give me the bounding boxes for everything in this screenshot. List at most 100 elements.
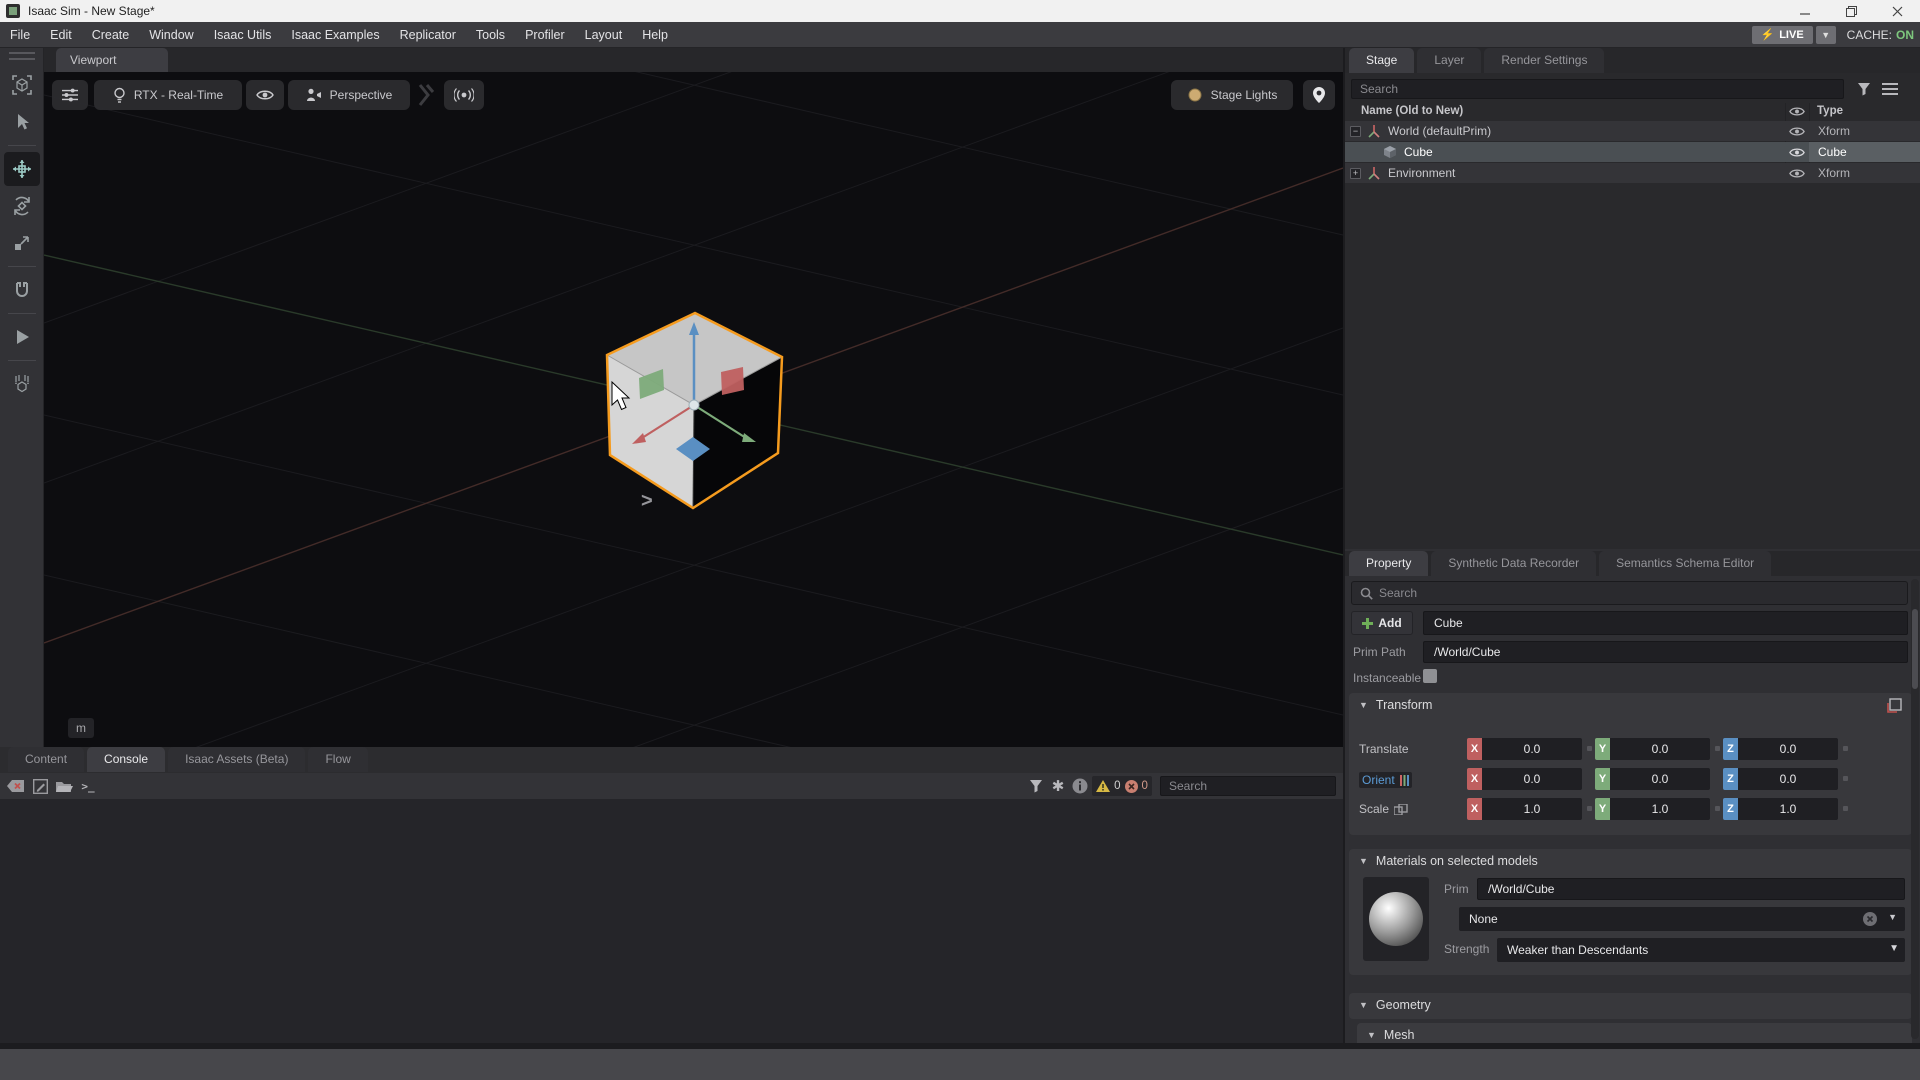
- waypoint-button[interactable]: [1303, 80, 1335, 110]
- tree-row-cube[interactable]: Cube Cube: [1345, 142, 1920, 162]
- reset-dot[interactable]: [1587, 806, 1592, 811]
- reset-dot[interactable]: [1843, 806, 1848, 811]
- collapse-icon[interactable]: −: [1350, 125, 1361, 137]
- geometry-section-header[interactable]: ▼ Geometry: [1349, 993, 1912, 1017]
- toolbar-grip[interactable]: [8, 58, 35, 60]
- log-counts[interactable]: 0 0: [1092, 776, 1152, 796]
- scale-y-field[interactable]: Y 1.0: [1595, 798, 1710, 820]
- menu-isaac-utils[interactable]: Isaac Utils: [204, 22, 282, 48]
- instanceable-checkbox[interactable]: [1423, 669, 1437, 683]
- prim-name-field[interactable]: [1423, 611, 1908, 635]
- tab-synthetic-data-recorder[interactable]: Synthetic Data Recorder: [1431, 551, 1597, 576]
- scale-tool-button[interactable]: [4, 226, 40, 260]
- column-type[interactable]: Type: [1817, 105, 1843, 117]
- prim-name[interactable]: World (defaultPrim): [1388, 124, 1491, 138]
- scrollbar-thumb[interactable]: [1912, 609, 1918, 689]
- verbose-asterisk-icon[interactable]: ✱: [1048, 776, 1068, 796]
- material-prim-field[interactable]: [1477, 878, 1905, 900]
- tab-isaac-assets[interactable]: Isaac Assets (Beta): [168, 747, 306, 772]
- translate-z-field[interactable]: Z 0.0: [1723, 738, 1838, 760]
- clear-material-icon[interactable]: [1863, 912, 1877, 926]
- menu-tools[interactable]: Tools: [466, 22, 515, 48]
- menu-layout[interactable]: Layout: [575, 22, 633, 48]
- prim-name[interactable]: Environment: [1388, 166, 1455, 180]
- materials-section-header[interactable]: ▼ Materials on selected models: [1349, 849, 1912, 873]
- tab-content[interactable]: Content: [8, 747, 85, 772]
- translate-y-field[interactable]: Y 0.0: [1595, 738, 1710, 760]
- visibility-eye-icon[interactable]: [1785, 163, 1809, 183]
- menu-edit[interactable]: Edit: [40, 22, 82, 48]
- command-prompt-icon[interactable]: >_: [78, 776, 98, 796]
- viewport-3d[interactable]: > RTX - Real-Time Perspective Stage Ligh…: [44, 72, 1343, 747]
- camera-dropdown[interactable]: Perspective: [288, 80, 410, 110]
- physics-drop-tool-button[interactable]: [4, 367, 40, 401]
- reset-dot[interactable]: [1715, 806, 1720, 811]
- add-property-button[interactable]: Add: [1351, 611, 1413, 635]
- menu-window[interactable]: Window: [139, 22, 203, 48]
- close-button[interactable]: [1874, 0, 1920, 22]
- transform-stack-icon[interactable]: [1887, 698, 1902, 713]
- material-select-dropdown[interactable]: None ▼: [1459, 907, 1905, 931]
- console-search-input[interactable]: [1160, 776, 1336, 796]
- menu-help[interactable]: Help: [632, 22, 678, 48]
- menu-create[interactable]: Create: [82, 22, 140, 48]
- translate-x-field[interactable]: X 0.0: [1467, 738, 1582, 760]
- live-sync-viewport-button[interactable]: [444, 80, 484, 110]
- reset-dot[interactable]: [1843, 746, 1848, 751]
- visibility-button[interactable]: [246, 80, 284, 110]
- visibility-eye-icon[interactable]: [1785, 142, 1809, 162]
- toolbar-grip[interactable]: [8, 52, 35, 54]
- dropdown-chevron-icon[interactable]: ▼: [1889, 943, 1899, 954]
- menu-isaac-examples[interactable]: Isaac Examples: [281, 22, 389, 48]
- info-filter-icon[interactable]: [1070, 776, 1090, 796]
- gizmo-expand-chevron-icon[interactable]: >: [641, 490, 653, 513]
- transform-section-header[interactable]: ▼ Transform: [1349, 693, 1912, 717]
- prim-name[interactable]: Cube: [1404, 145, 1433, 159]
- stage-search-input[interactable]: [1351, 79, 1844, 99]
- maximize-button[interactable]: [1828, 0, 1874, 22]
- options-menu-icon[interactable]: [1882, 83, 1898, 95]
- scale-x-field[interactable]: X 1.0: [1467, 798, 1582, 820]
- clear-console-button[interactable]: [6, 776, 26, 796]
- strength-dropdown[interactable]: Weaker than Descendants ▼: [1497, 938, 1905, 962]
- tab-console[interactable]: Console: [87, 747, 166, 772]
- live-sync-button[interactable]: ⚡ LIVE: [1751, 25, 1813, 44]
- edit-log-button[interactable]: [30, 776, 50, 796]
- rotate-tool-button[interactable]: [4, 189, 40, 223]
- live-dropdown-chevron-icon[interactable]: ▼: [1815, 25, 1836, 44]
- column-name[interactable]: Name (Old to New): [1361, 105, 1463, 117]
- menu-profiler[interactable]: Profiler: [515, 22, 575, 48]
- stage-lights-dropdown[interactable]: Stage Lights: [1171, 80, 1293, 110]
- console-output[interactable]: [0, 799, 1343, 1043]
- tab-flow[interactable]: Flow: [308, 747, 368, 772]
- tree-row-world[interactable]: − World (defaultPrim) Xform: [1345, 121, 1920, 141]
- tab-property[interactable]: Property: [1349, 551, 1429, 576]
- scale-z-field[interactable]: Z 1.0: [1723, 798, 1838, 820]
- reset-dot[interactable]: [1843, 776, 1848, 781]
- tab-layer[interactable]: Layer: [1417, 48, 1482, 73]
- orient-z-field[interactable]: Z 0.0: [1723, 768, 1838, 790]
- snap-magnet-tool-button[interactable]: [4, 273, 40, 307]
- property-scrollbar[interactable]: [1911, 579, 1919, 1039]
- orient-x-field[interactable]: X 0.0: [1467, 768, 1582, 790]
- tab-render-settings[interactable]: Render Settings: [1484, 48, 1605, 73]
- play-button[interactable]: [4, 320, 40, 354]
- menu-file[interactable]: File: [0, 22, 40, 48]
- open-log-folder-button[interactable]: [54, 776, 74, 796]
- reset-dot[interactable]: [1715, 746, 1720, 751]
- mesh-section-header[interactable]: ▼ Mesh: [1357, 1023, 1912, 1043]
- reset-dot[interactable]: [1587, 746, 1592, 751]
- minimize-button[interactable]: [1782, 0, 1828, 22]
- tab-semantics-schema-editor[interactable]: Semantics Schema Editor: [1599, 551, 1772, 576]
- filter-icon[interactable]: [1857, 82, 1871, 96]
- renderer-dropdown[interactable]: RTX - Real-Time: [94, 80, 242, 110]
- menu-replicator[interactable]: Replicator: [390, 22, 466, 48]
- visibility-eye-icon[interactable]: [1785, 121, 1809, 141]
- move-tool-button[interactable]: [3, 152, 40, 186]
- prim-path-field[interactable]: [1423, 641, 1908, 663]
- property-search[interactable]: [1351, 581, 1908, 605]
- cursor-select-tool-button[interactable]: [4, 105, 40, 139]
- orient-y-field[interactable]: Y 0.0: [1595, 768, 1710, 790]
- tab-stage[interactable]: Stage: [1349, 48, 1415, 73]
- property-search-input[interactable]: [1379, 586, 1899, 600]
